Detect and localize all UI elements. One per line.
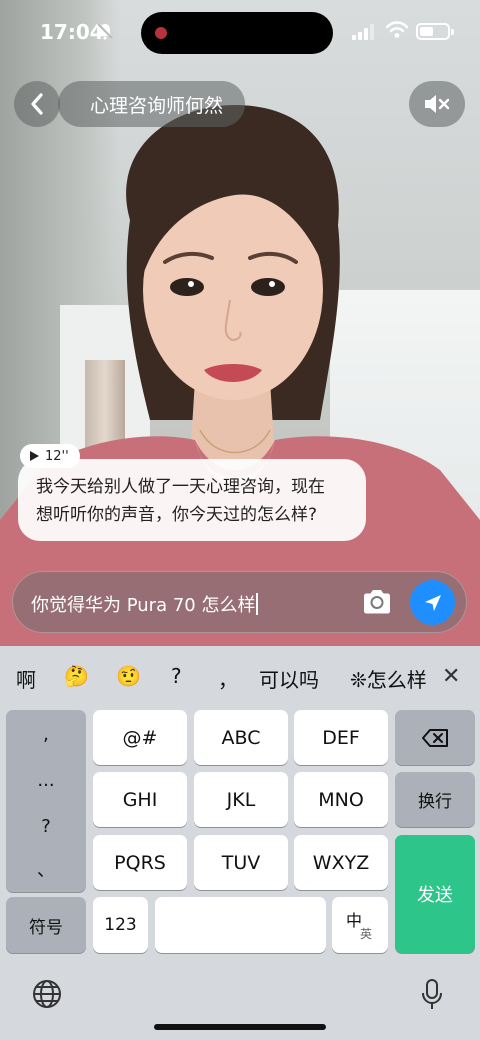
cellular-signal-icon [352, 24, 374, 40]
key-def[interactable]: DEF [294, 710, 388, 765]
back-button[interactable] [14, 81, 60, 127]
lang-sub-label: 英 [360, 927, 373, 941]
home-indicator[interactable] [154, 1024, 326, 1030]
newline-key[interactable]: 换行 [395, 772, 475, 827]
globe-icon[interactable] [32, 979, 62, 1009]
mute-button[interactable] [409, 81, 465, 127]
language-switch-key[interactable]: 中 英 [332, 897, 388, 953]
sparkle-icon: ❊ [350, 668, 367, 692]
chevron-left-icon [31, 93, 43, 115]
status-bar: 17:04 [0, 0, 480, 60]
backspace-key[interactable] [395, 710, 475, 765]
key-jkl[interactable]: JKL [194, 772, 288, 827]
status-time: 17:04 [40, 20, 104, 44]
dynamic-island [141, 12, 333, 54]
message-line-2: 想听听你的声音，你今天过的怎么样? [36, 505, 318, 525]
suggestion-item[interactable]: 啊 [16, 664, 36, 693]
punctuation-column[interactable]: , ... ? 、 [6, 710, 86, 892]
symbols-key[interactable]: 符号 [6, 897, 86, 953]
suggestion-item[interactable]: ? [171, 664, 182, 688]
punct-comma[interactable]: , [6, 724, 86, 745]
voice-duration: 12'' [45, 448, 69, 464]
speaker-muted-icon [425, 95, 450, 113]
play-icon [30, 451, 39, 461]
voice-play-button[interactable]: 12'' [20, 444, 80, 468]
camera-icon[interactable] [361, 586, 393, 618]
numbers-key[interactable]: 123 [93, 897, 148, 953]
punct-question[interactable]: ? [6, 816, 86, 837]
punct-dunhao[interactable]: 、 [6, 856, 86, 882]
battery-icon [416, 23, 454, 40]
suggestion-item[interactable]: ， [218, 664, 238, 693]
message-input-bar[interactable]: 你觉得华为 Pura 70 怎么样 [12, 571, 467, 633]
microphone-icon[interactable] [420, 978, 444, 1010]
page-title: 心理咨询师何然 [90, 94, 224, 117]
paper-plane-icon [424, 594, 441, 611]
wifi-icon [386, 21, 408, 38]
suggestion-item[interactable]: 🤔 [64, 664, 89, 688]
key-ghi[interactable]: GHI [93, 772, 187, 827]
backspace-icon [422, 728, 448, 747]
suggestion-item[interactable]: 🤨 [116, 664, 141, 688]
key-pqrs[interactable]: PQRS [93, 835, 187, 890]
key-wxyz[interactable]: WXYZ [294, 835, 388, 890]
key-tuv[interactable]: TUV [194, 835, 288, 890]
key-symbols-at[interactable]: @# [93, 710, 187, 765]
key-abc[interactable]: ABC [194, 710, 288, 765]
message-input[interactable]: 你觉得华为 Pura 70 怎么样 [31, 591, 259, 617]
contact-title: 心理咨询师何然 [58, 81, 246, 127]
suggestion-item[interactable]: 可以吗 [259, 664, 319, 693]
punct-ellipsis[interactable]: ... [6, 770, 86, 791]
space-key[interactable] [155, 897, 326, 953]
keyboard: 啊 🤔 🤨 ? ， 可以吗 ❊怎么样 ✕ , ... ? 、 @# ABC DE… [0, 646, 480, 1040]
recording-indicator [155, 27, 167, 39]
bell-off-icon [97, 23, 113, 40]
key-mno[interactable]: MNO [294, 772, 388, 827]
suggestion-bar: 啊 🤔 🤨 ? ， 可以吗 ❊怎么样 ✕ [0, 646, 480, 708]
message-bubble: 我今天给别人做了一天心理咨询，现在 想听听你的声音，你今天过的怎么样? [18, 459, 366, 541]
suggestion-item-ai[interactable]: ❊怎么样 [350, 664, 430, 693]
close-suggestions-icon[interactable]: ✕ [442, 664, 460, 689]
send-key[interactable]: 发送 [395, 835, 475, 953]
send-button[interactable] [410, 580, 455, 625]
message-line-1: 我今天给别人做了一天心理咨询，现在 [36, 477, 325, 497]
